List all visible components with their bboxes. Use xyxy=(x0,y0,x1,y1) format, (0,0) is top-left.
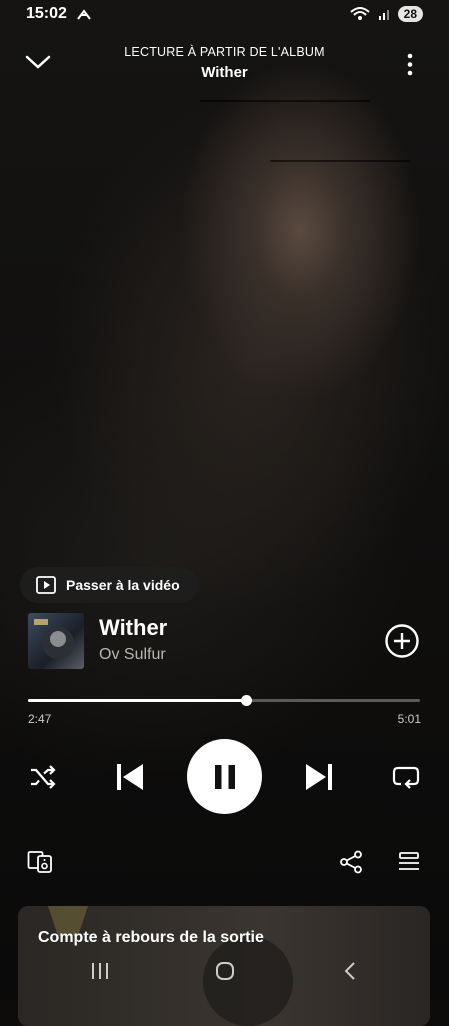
video-icon xyxy=(36,576,56,594)
skip-previous-icon[interactable] xyxy=(116,762,144,792)
album-title[interactable]: Wither xyxy=(0,64,449,81)
share-icon[interactable] xyxy=(339,850,363,874)
pause-icon xyxy=(214,764,235,789)
switch-to-video-button[interactable]: Passer à la vidéo xyxy=(20,567,198,603)
battery-level: 28 xyxy=(397,6,423,22)
system-navigation-bar xyxy=(0,945,449,1000)
background-artwork xyxy=(0,0,449,1000)
track-title[interactable]: Wither xyxy=(99,615,167,641)
pause-button[interactable] xyxy=(187,739,262,814)
track-duration: 5:01 xyxy=(397,712,421,726)
status-time: 15:02 xyxy=(26,5,67,22)
skip-next-icon[interactable] xyxy=(305,762,333,792)
recent-apps-icon[interactable] xyxy=(90,962,110,980)
album-cover-thumbnail[interactable] xyxy=(28,613,84,669)
home-icon[interactable] xyxy=(215,961,235,981)
back-icon[interactable] xyxy=(343,961,357,981)
switch-to-video-label: Passer à la vidéo xyxy=(66,577,180,593)
wifi-icon xyxy=(349,7,370,20)
signal-icon xyxy=(378,10,389,20)
progress-fill xyxy=(28,699,246,702)
progress-handle[interactable] xyxy=(241,695,252,706)
elapsed-time: 2:47 xyxy=(28,712,52,726)
artwork-detail xyxy=(200,100,370,102)
status-icons: 28 xyxy=(349,6,423,22)
add-circle-icon[interactable] xyxy=(384,623,420,659)
more-vertical-icon[interactable] xyxy=(402,52,418,78)
queue-icon[interactable] xyxy=(398,851,420,873)
artwork-detail xyxy=(270,160,410,162)
shuffle-icon[interactable] xyxy=(29,764,57,790)
repeat-icon[interactable] xyxy=(392,764,420,790)
track-artist[interactable]: Ov Sulfur xyxy=(99,646,166,664)
playback-context-label: LECTURE À PARTIR DE L'ALBUM xyxy=(124,45,325,59)
connect-device-icon[interactable] xyxy=(27,850,53,874)
notification-icon xyxy=(76,9,92,21)
